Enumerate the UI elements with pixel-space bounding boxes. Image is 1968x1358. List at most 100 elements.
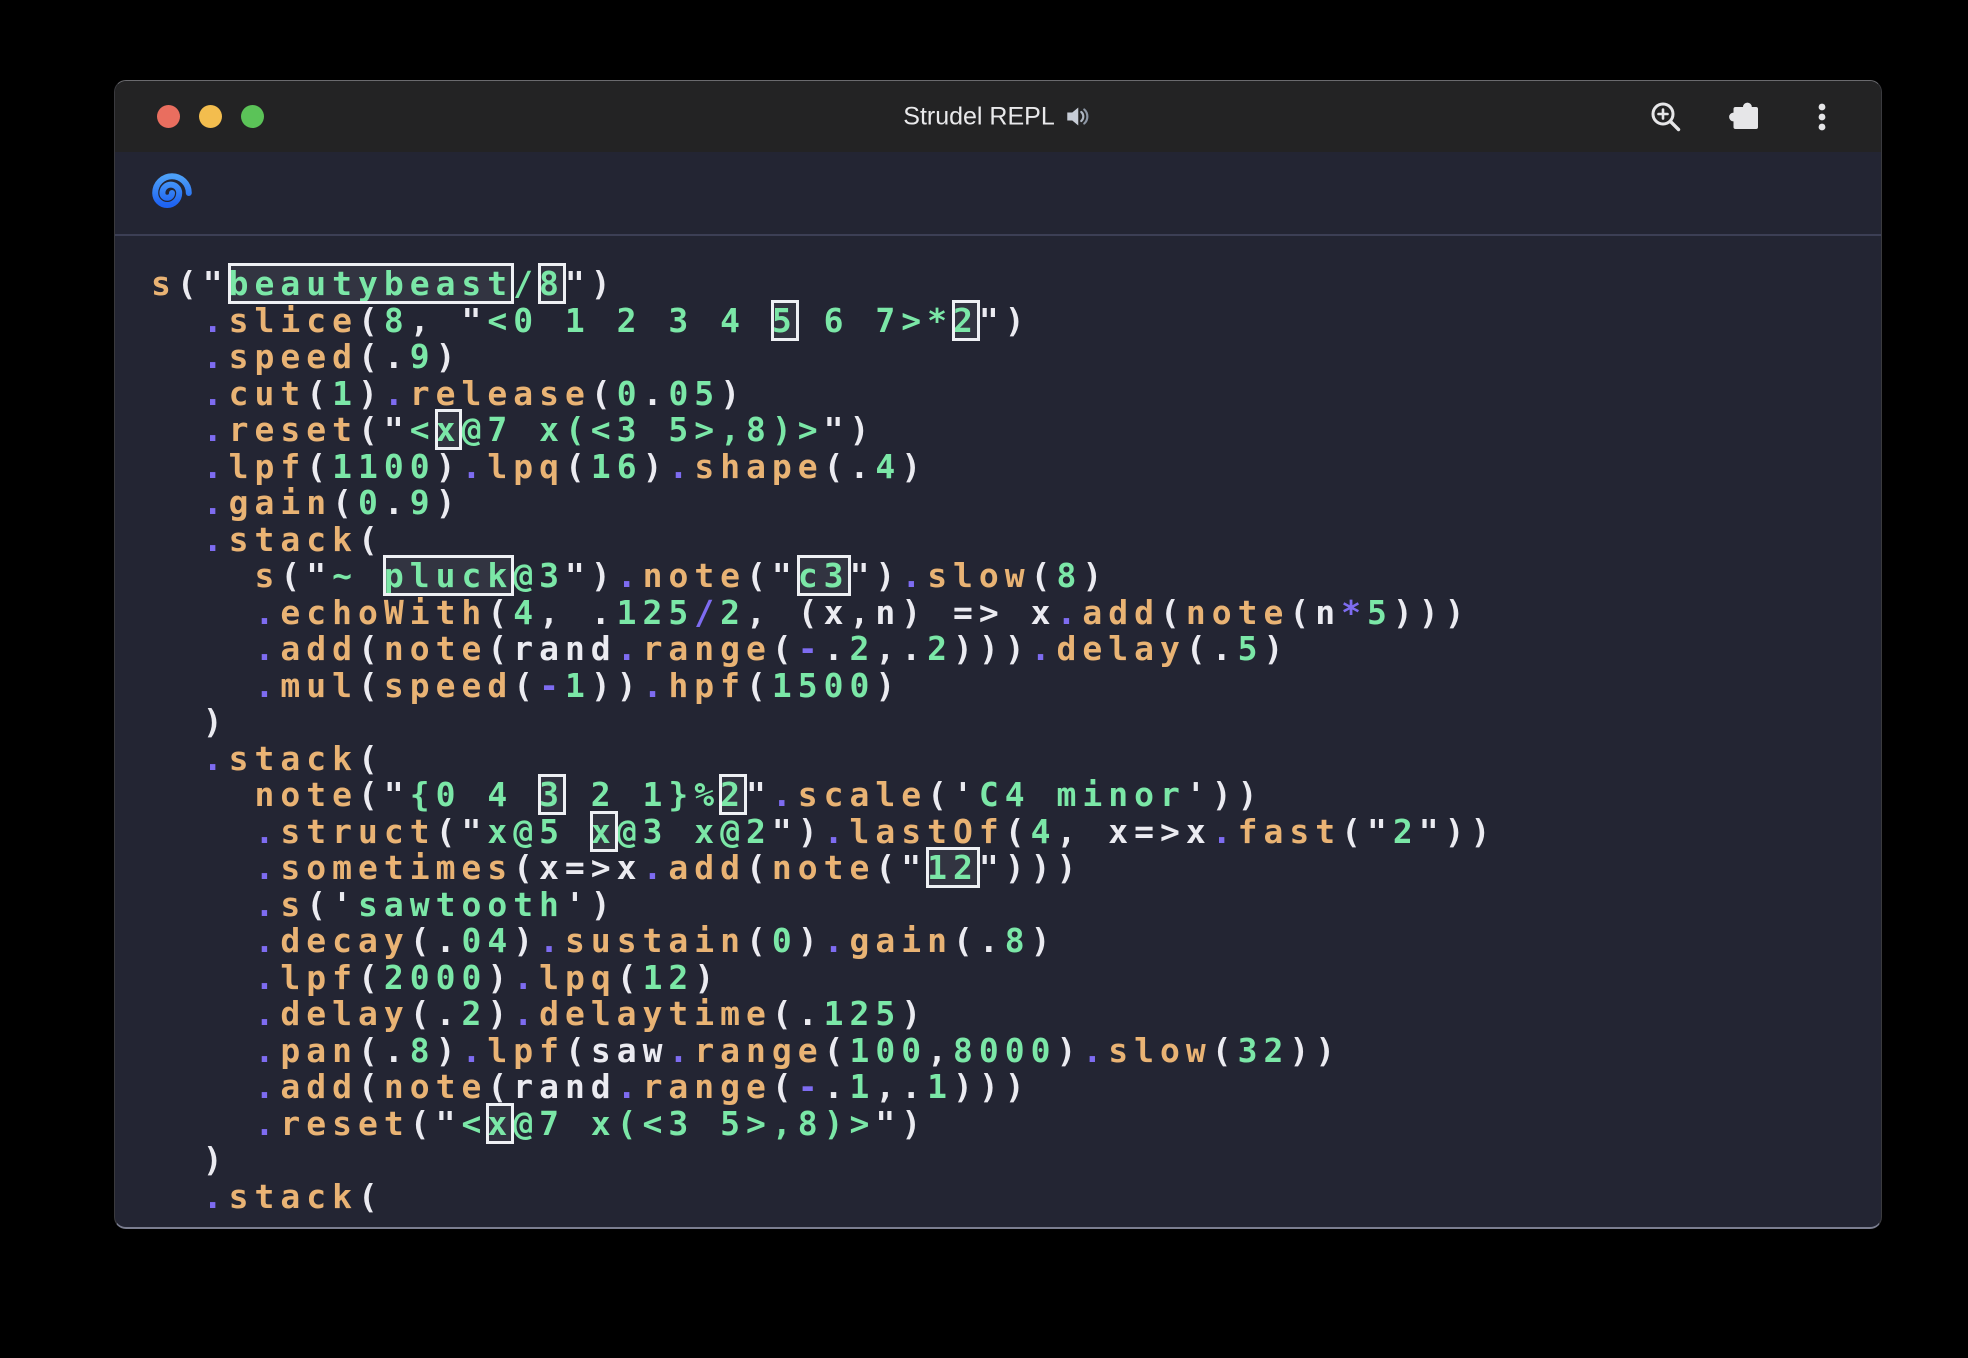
code-token: . — [901, 556, 927, 595]
active-pattern-highlight: 3 — [539, 775, 565, 814]
code-token: , ( — [746, 593, 824, 632]
code-token: 5 — [1238, 629, 1264, 668]
code-token: 5 — [1367, 593, 1393, 632]
code-token: ( — [1005, 812, 1031, 851]
code-token: delaytime — [539, 994, 772, 1033]
code-token: (" — [177, 264, 229, 303]
code-token: ,. — [875, 1067, 927, 1106]
close-button[interactable] — [157, 105, 180, 128]
code-token: . — [254, 994, 280, 1033]
window-title: Strudel REPL — [903, 102, 1092, 131]
code-token: . — [824, 921, 850, 960]
code-token: ( — [513, 848, 539, 887]
code-token: add — [668, 848, 746, 887]
code-token — [151, 775, 254, 814]
code-token: * — [1341, 593, 1367, 632]
active-pattern-highlight: c3 — [798, 556, 850, 595]
code-token: ")) — [1419, 812, 1497, 851]
code-token: {0 4 — [410, 775, 539, 814]
code-token: . — [254, 1031, 280, 1070]
code-token: . — [254, 812, 280, 851]
code-token: => — [1134, 812, 1186, 851]
titlebar-actions — [1647, 81, 1841, 152]
code-token: ( — [1031, 556, 1057, 595]
code-line: .struct("x@5 x@3 x@2").lastOf(4, x=>x.fa… — [151, 814, 1881, 851]
code-line: .sometimes(x=>x.add(note("12"))) — [151, 850, 1881, 887]
code-token: reset — [280, 1104, 409, 1143]
code-token: 6 7>* — [798, 301, 953, 340]
code-token: (" — [358, 410, 410, 449]
code-token: cut — [229, 374, 307, 413]
code-token: 04 — [461, 921, 513, 960]
code-token: lpf — [229, 447, 307, 486]
code-token: ) — [643, 447, 669, 486]
code-token: 12 — [643, 958, 695, 997]
code-token: ) — [901, 994, 927, 1033]
code-token: ) — [1082, 556, 1108, 595]
code-token — [151, 1177, 203, 1216]
code-token: (" — [1341, 812, 1393, 851]
kebab-menu-button[interactable] — [1803, 98, 1841, 136]
code-token: ) — [436, 483, 462, 522]
code-token: ( — [306, 447, 332, 486]
code-token: 2 — [720, 593, 746, 632]
code-token: ) => — [901, 593, 1030, 632]
code-token: saw — [591, 1031, 669, 1070]
code-token: 1100 — [332, 447, 435, 486]
code-token: fast — [1238, 812, 1341, 851]
code-token: gain — [850, 921, 953, 960]
code-token: add — [1082, 593, 1160, 632]
app-header — [115, 152, 1881, 236]
code-token: < — [461, 1104, 487, 1143]
code-token: . — [254, 848, 280, 887]
strudel-logo[interactable] — [148, 169, 196, 217]
code-token: n — [1315, 593, 1341, 632]
code-line: .pan(.8).lpf(saw.range(100,8000).slow(32… — [151, 1033, 1881, 1070]
code-token: ") — [979, 301, 1031, 340]
code-line: .slice(8, "<0 1 2 3 4 5 6 7>*2") — [151, 303, 1881, 340]
code-line: .reset("<x@7 x(<3 5>,8)>") — [151, 1106, 1881, 1143]
code-token: ) — [875, 666, 901, 705]
code-token — [151, 958, 254, 997]
code-token: ) — [694, 958, 720, 997]
maximize-button[interactable] — [241, 105, 264, 128]
code-line: s("~ pluck@3").note("c3").slow(8) — [151, 558, 1881, 595]
code-token: ( — [565, 447, 591, 486]
code-token: reset — [229, 410, 358, 449]
code-token: C4 minor — [979, 775, 1186, 814]
zoom-in-button[interactable] — [1647, 98, 1685, 136]
code-token: (. — [358, 337, 410, 376]
code-token: release — [410, 374, 591, 413]
extensions-button[interactable] — [1725, 98, 1763, 136]
code-token: stack — [229, 520, 358, 559]
code-token: 125 — [824, 994, 902, 1033]
code-token: / — [513, 264, 539, 303]
code-token: ) — [901, 447, 927, 486]
code-token: . — [203, 301, 229, 340]
code-line: .gain(0.9) — [151, 485, 1881, 522]
code-token: , — [927, 1031, 953, 1070]
code-token: note — [1186, 593, 1289, 632]
code-line: .speed(.9) — [151, 339, 1881, 376]
code-token: x — [1186, 812, 1212, 851]
code-token: ) — [436, 447, 462, 486]
code-token: 4 — [1031, 812, 1057, 851]
code-token: ") — [850, 556, 902, 595]
code-token: . — [254, 885, 280, 924]
code-token: . — [203, 374, 229, 413]
code-token — [151, 410, 203, 449]
code-token: 1 — [850, 1067, 876, 1106]
active-pattern-highlight: x — [436, 410, 462, 449]
code-token: (" — [280, 556, 332, 595]
code-token: 1 — [927, 1067, 953, 1106]
code-token: ~ — [332, 556, 384, 595]
code-editor[interactable]: s("beautybeast/8") .slice(8, "<0 1 2 3 4… — [115, 236, 1881, 1215]
code-token: , — [850, 593, 876, 632]
code-token: => — [565, 848, 617, 887]
active-pattern-highlight: pluck — [384, 556, 513, 595]
code-token: ( — [487, 593, 513, 632]
minimize-button[interactable] — [199, 105, 222, 128]
code-token: ))) — [953, 629, 1031, 668]
code-token: note — [254, 775, 357, 814]
code-token: . — [203, 1177, 229, 1216]
